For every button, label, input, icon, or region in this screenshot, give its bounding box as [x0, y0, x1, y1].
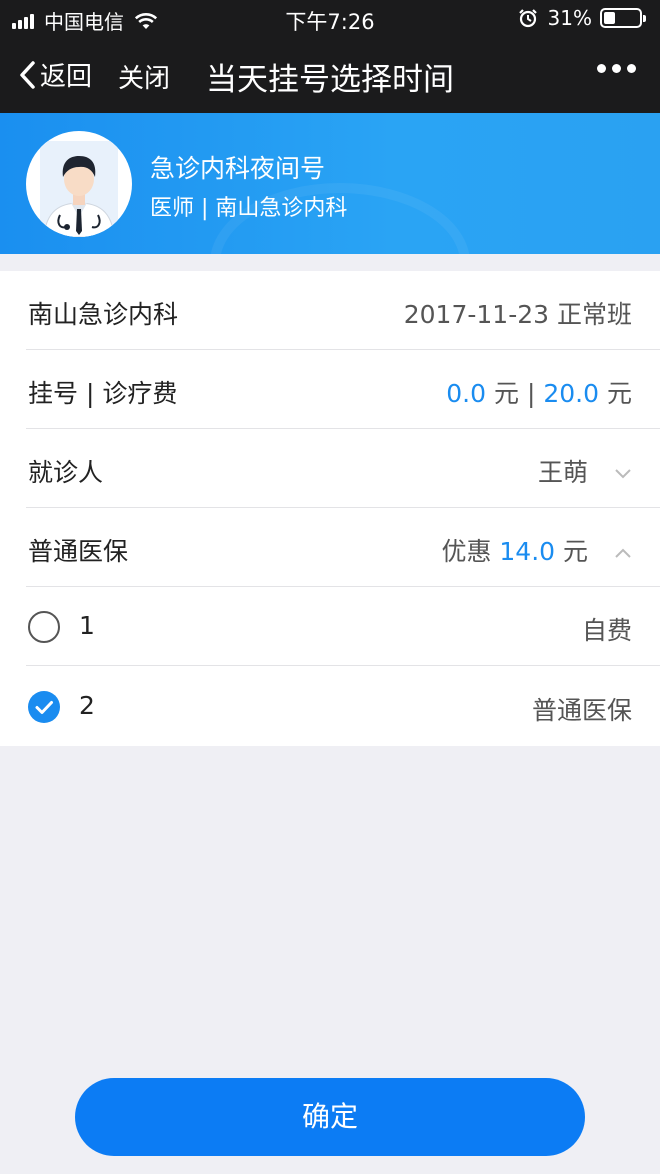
option-1-value: 自费 [581, 616, 632, 645]
check-icon [35, 701, 53, 714]
chevron-down-icon [615, 469, 631, 479]
battery-percent: 31% [547, 6, 592, 30]
patient-name: 王萌 [538, 458, 589, 487]
doctor-name: 急诊内科夜间号 [150, 154, 326, 183]
alarm-icon [518, 9, 537, 28]
fee-row: 挂号 | 诊疗费 0.0 元 | 20.0 元 [0, 350, 660, 429]
fee-label: 挂号 | 诊疗费 [28, 379, 178, 408]
option-2-label: 2 [79, 691, 95, 720]
payment-option-1[interactable]: 1 自费 [0, 587, 660, 666]
nav-bar: 返回 关闭 当天挂号选择时间 [0, 36, 660, 113]
registration-fee-unit: 元 [494, 379, 520, 408]
insurance-value: 优惠 14.0 元 [441, 532, 632, 568]
radio-checked[interactable] [28, 691, 60, 723]
doctor-banner: 急诊内科夜间号 医师 | 南山急诊内科 [0, 113, 660, 254]
chevron-left-icon [20, 60, 35, 89]
doctor-avatar [26, 131, 132, 237]
department-label: 南山急诊内科 [28, 300, 179, 329]
registration-card: 南山急诊内科 2017-11-23 正常班 挂号 | 诊疗费 0.0 元 | 2… [0, 271, 660, 746]
close-button[interactable]: 关闭 [118, 58, 170, 95]
more-icon[interactable] [591, 64, 636, 73]
option-1-label: 1 [79, 611, 95, 640]
confirm-button[interactable]: 确定 [75, 1078, 585, 1156]
treatment-fee: 20.0 [543, 379, 600, 408]
top-bar: 中国电信 下午7:26 31% 返回 关闭 当天挂号选择时间 [0, 0, 660, 113]
treatment-fee-unit: 元 [606, 379, 632, 408]
doctor-avatar-icon [40, 141, 118, 237]
department-row: 南山急诊内科 2017-11-23 正常班 [0, 271, 660, 350]
fee-value: 0.0 元 | 20.0 元 [446, 374, 632, 410]
insurance-row[interactable]: 普通医保 优惠 14.0 元 [0, 508, 660, 587]
insurance-label: 普通医保 [28, 537, 129, 566]
discount-unit: 元 [563, 537, 589, 566]
patient-label: 就诊人 [28, 458, 104, 487]
option-2-value: 普通医保 [531, 696, 632, 725]
battery-icon [600, 8, 646, 28]
doctor-subtitle: 医师 | 南山急诊内科 [150, 196, 348, 221]
patient-row[interactable]: 就诊人 王萌 [0, 429, 660, 508]
back-label: 返回 [40, 62, 93, 92]
payment-option-2[interactable]: 2 普通医保 [0, 667, 660, 746]
discount-amount: 14.0 [499, 537, 556, 566]
schedule-value: 2017-11-23 正常班 [403, 300, 632, 329]
registration-fee: 0.0 [446, 379, 487, 408]
radio-unchecked[interactable] [28, 611, 60, 643]
patient-value: 王萌 [538, 453, 632, 489]
chevron-up-icon [615, 548, 631, 558]
page-title: 当天挂号选择时间 [206, 62, 454, 98]
back-button[interactable]: 返回 [18, 56, 92, 93]
discount-prefix: 优惠 [441, 537, 492, 566]
status-bar: 中国电信 下午7:26 31% [0, 0, 660, 36]
fee-separator: | [526, 379, 536, 408]
